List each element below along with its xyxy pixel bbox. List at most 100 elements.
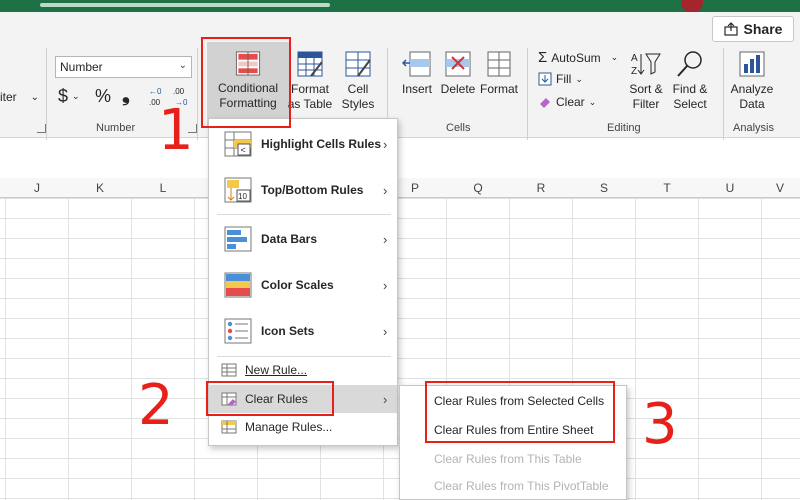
format-cells-icon [487,51,511,77]
clear-button[interactable]: Clear ⌄ [538,95,596,109]
percent-button[interactable]: % [95,86,111,107]
highlight-box-conditional-formatting [201,37,291,128]
group-separator [723,48,724,140]
column-header[interactable]: Q [468,181,488,195]
insert-cells-button[interactable]: Insert [397,50,437,97]
format-cells-button[interactable]: Format [478,50,520,97]
chevron-down-icon: ⌄ [178,60,187,71]
delete-cells-button[interactable]: Delete [438,50,478,97]
column-header[interactable]: V [770,181,790,195]
comma-style-button[interactable]: ❟ [122,84,130,107]
step-number-1: 1 [158,98,194,163]
cell-styles-icon [345,51,371,77]
column-header[interactable]: P [405,181,425,195]
menu-item-label: Data Bars [261,232,318,246]
format-label: Format [479,82,518,96]
menu-item-icon-sets[interactable]: Icon Sets › [209,308,397,354]
svg-text:.00: .00 [173,87,185,96]
editing-group-label: Editing [607,122,641,134]
find-select-button[interactable]: Find & Select [668,50,712,112]
menu-item-color-scales[interactable]: Color Scales › [209,262,397,308]
color-scales-icon [224,272,252,298]
svg-text:10: 10 [238,192,247,201]
svg-text:←0: ←0 [149,87,162,96]
currency-button[interactable]: $ ⌄ [58,86,80,107]
column-header[interactable]: K [90,181,110,195]
top-bottom-icon: 10 [224,177,252,203]
menu-item-manage-rules[interactable]: Manage Rules... [209,415,397,439]
number-format-dropdown[interactable]: Number ⌄ [55,56,192,78]
new-rule-icon [221,363,237,377]
sigma-icon: Σ [538,49,548,66]
highlight-cells-icon: < [224,131,252,157]
highlight-box-clear-options [425,381,615,443]
step-number-2: 2 [138,373,174,438]
highlight-box-clear-rules [206,381,334,416]
column-header[interactable]: R [531,181,551,195]
analyze-data-button[interactable]: Analyze Data [728,50,776,112]
ribbon: Share iter ⌄ Number ⌄ $ ⌄ % ❟ ←0 .00 .00 →… [0,12,800,140]
format-as-table-icon [297,51,323,77]
step-number-3: 3 [642,392,678,457]
insert-label: Insert [401,82,432,96]
menu-item-label: Icon Sets [261,324,315,338]
menu-item-new-rule[interactable]: New Rule... [209,358,397,382]
svg-text:A: A [631,53,638,64]
column-header[interactable]: J [27,181,47,195]
fill-down-icon [538,72,552,86]
column-header[interactable]: L [153,181,173,195]
menu-item-label: Highlight Cells Rules [261,137,382,151]
menu-item-label: New Rule... [245,363,308,377]
chevron-right-icon: › [383,277,388,293]
chevron-right-icon: › [383,391,388,407]
column-header[interactable]: U [720,181,740,195]
wrap-text-fragment[interactable]: iter ⌄ [0,90,39,104]
autosum-button[interactable]: Σ AutoSum ⌄ [538,49,618,66]
sort-filter-button[interactable]: A Z Sort & Filter [624,50,668,112]
delete-cells-icon [445,51,471,77]
sort-filter-icon: A Z [631,53,661,77]
icon-sets-icon [224,318,252,344]
column-header[interactable]: S [594,181,614,195]
menu-item-label: Manage Rules... [245,420,333,434]
cell-styles-label: Cell Styles [341,82,375,111]
menu-separator [217,214,391,215]
title-bar [0,0,800,13]
column-header[interactable]: T [657,181,677,195]
share-label: Share [743,21,783,37]
share-button[interactable]: Share [712,16,794,42]
svg-text:Z: Z [631,66,637,77]
format-as-table-button[interactable]: Format as Table [284,50,336,112]
group-separator [527,48,528,140]
menu-item-top-bottom-rules[interactable]: 10 Top/Bottom Rules › [209,167,397,213]
analyze-data-icon [739,51,765,77]
cells-group-label: Cells [446,122,471,134]
group-separator [197,48,198,140]
chevron-right-icon: › [383,182,388,198]
chevron-right-icon: › [383,136,388,152]
insert-cells-icon [402,51,431,77]
number-format-value: Number [60,60,103,74]
column-header-row [0,178,800,198]
delete-label: Delete [440,82,476,96]
sort-filter-label: Sort & Filter [629,82,663,111]
data-bars-icon [224,226,252,252]
fill-button[interactable]: Fill ⌄ [538,72,583,86]
svg-text:<: < [241,145,246,155]
format-as-table-label: Format as Table [287,82,333,111]
share-icon [723,22,738,36]
find-select-label: Find & Select [672,82,708,111]
analyze-data-label: Analyze Data [730,82,774,111]
menu-item-data-bars[interactable]: Data Bars › [209,216,397,262]
number-group-label: Number [96,122,136,134]
clear-rules-this-pivottable: Clear Rules from This PivotTable [434,479,609,493]
menu-separator [217,356,391,357]
cell-styles-button[interactable]: Cell Styles [336,50,380,112]
chevron-right-icon: › [383,323,388,339]
manage-rules-icon [221,420,237,434]
analysis-group-label: Analysis [733,122,774,134]
group-separator [46,48,47,140]
dialog-launcher-icon[interactable] [37,124,46,133]
title-progress-strip [40,3,330,7]
chevron-right-icon: › [383,231,388,247]
